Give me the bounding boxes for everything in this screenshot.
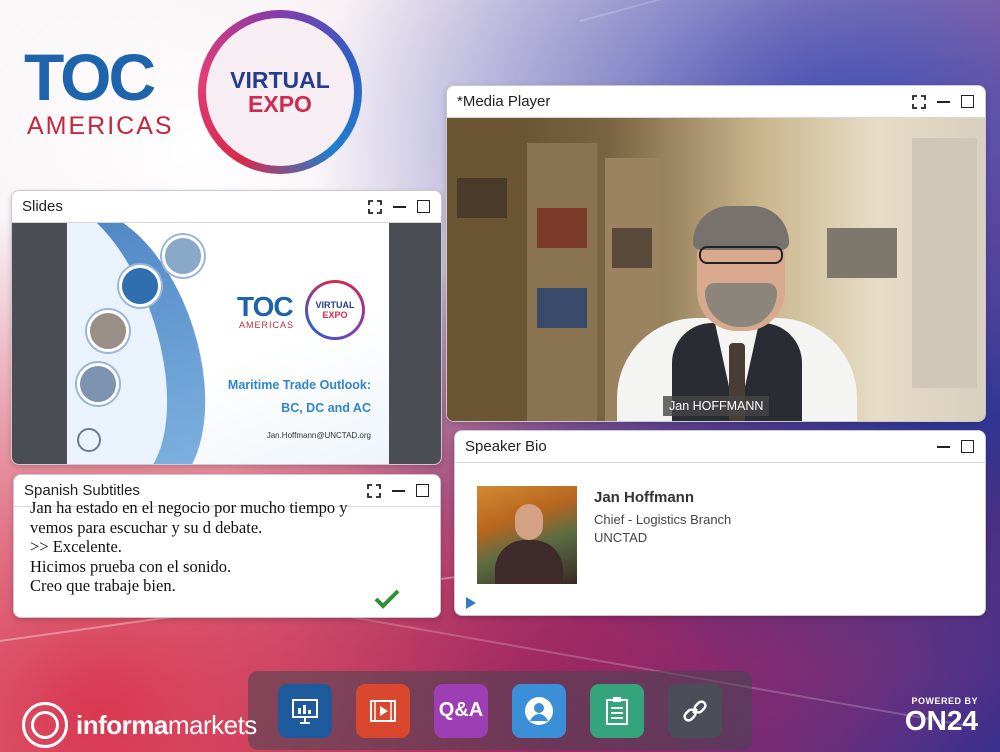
slide-expo-word: EXPO: [322, 310, 348, 320]
books: [537, 208, 587, 248]
bio-panel-header[interactable]: Speaker Bio: [455, 431, 985, 463]
subtitle-text: Jan ha estado en el negocio por mucho ti…: [30, 498, 426, 596]
logo-americas-word: AMERICAS: [27, 112, 174, 140]
maximize-icon[interactable]: [959, 94, 975, 110]
minimize-icon[interactable]: [935, 94, 951, 110]
minimize-icon[interactable]: [935, 439, 951, 455]
light-streak: [579, 0, 986, 22]
slide-virtual-word: VIRTUAL: [315, 300, 355, 310]
film-play-icon: [370, 699, 396, 722]
slide-photo-globe: [119, 265, 161, 307]
checkmark-icon: [374, 589, 400, 609]
wall-photos: [827, 228, 897, 278]
subtitle-line: vemos para escuchar y su d debate.: [30, 517, 263, 537]
subtitle-line: Jan ha estado en el negocio por mucho ti…: [30, 498, 348, 517]
links-widget-button[interactable]: [668, 683, 722, 738]
minimize-icon[interactable]: [390, 483, 406, 499]
bookshelf: [527, 143, 597, 421]
un-emblem-icon: [77, 428, 101, 452]
on24-logo: POWERED BY ON24: [905, 696, 978, 736]
slide-toc-word: TOC: [237, 291, 294, 322]
widget-dock: Q&A: [248, 671, 752, 750]
subtitle-line: >> Excelente.: [30, 537, 122, 556]
books: [612, 228, 652, 268]
maximize-icon[interactable]: [414, 483, 430, 499]
slide-expo-logo: VIRTUAL EXPO: [305, 280, 365, 340]
slide-email: Jan.Hoffmann@UNCTAD.org: [266, 431, 371, 440]
toc-americas-logo: TOC AMERICAS: [24, 44, 174, 141]
slide-americas-word: AMERICAS: [239, 320, 295, 330]
speaker-photo: [477, 486, 577, 584]
speaker-bio-widget-button[interactable]: [512, 683, 566, 738]
informa-word: informa: [76, 709, 168, 740]
informa-mark-icon: [22, 702, 68, 748]
slides-panel: Slides TOC AMERICAS VIRTUAL EXPO Maritim…: [11, 190, 442, 465]
expand-arrow-icon[interactable]: [466, 597, 476, 609]
notes-widget-button[interactable]: [590, 683, 644, 738]
slides-widget-button[interactable]: [278, 683, 332, 738]
maximize-icon[interactable]: [415, 199, 431, 215]
slide-viewer: TOC AMERICAS VIRTUAL EXPO Maritime Trade…: [12, 223, 441, 464]
slide-title-line1: Maritime Trade Outlook:: [227, 378, 371, 392]
slide-photo-building: [77, 363, 119, 405]
person-icon: [525, 696, 553, 725]
media-player-widget-button[interactable]: [356, 683, 410, 738]
logo-expo-word: EXPO: [248, 91, 312, 117]
speaker-bio-panel: Speaker Bio Jan Hoffmann Chief - Logisti…: [454, 430, 986, 616]
slide-title-line2: BC, DC and AC: [281, 401, 371, 415]
on24-wordmark: ON24: [904, 705, 978, 736]
speaker-glasses: [699, 246, 783, 264]
slides-panel-header[interactable]: Slides: [12, 191, 441, 223]
expand-icon[interactable]: [911, 94, 927, 110]
wall-photos: [912, 138, 977, 388]
maximize-icon[interactable]: [959, 439, 975, 455]
slide-photo-port: [87, 310, 129, 352]
subtitle-line: Creo que trabaje bien.: [30, 576, 176, 595]
informa-markets-logo: informamarkets: [22, 702, 257, 748]
spanish-subtitles-panel: Spanish Subtitles Jan ha estado en el ne…: [13, 474, 441, 618]
media-panel-title: *Media Player: [457, 93, 551, 110]
speaker-name-tag: Jan HOFFMANN: [663, 396, 770, 416]
link-icon: [683, 699, 707, 722]
books: [537, 288, 587, 328]
expand-icon[interactable]: [367, 199, 383, 215]
photo-torso: [495, 540, 563, 584]
books: [457, 178, 507, 218]
speaker-hair: [693, 206, 789, 250]
speaker-role: Chief - Logistics Branch: [594, 512, 732, 527]
minimize-icon[interactable]: [391, 199, 407, 215]
current-slide: TOC AMERICAS VIRTUAL EXPO Maritime Trade…: [67, 223, 389, 464]
markets-word: markets: [167, 709, 257, 740]
video-feed[interactable]: Jan HOFFMANN: [447, 118, 985, 421]
bookshelf: [447, 118, 517, 421]
media-player-panel: *Media Player Jan HOFFMANN: [446, 85, 986, 422]
logo-virtual-word: VIRTUAL: [230, 67, 330, 93]
subtitle-line: Hicimos prueba con el sonido.: [30, 556, 232, 576]
speaker-name: Jan Hoffmann: [594, 489, 695, 506]
slides-panel-title: Slides: [22, 198, 63, 215]
slide-photo-ship: [162, 235, 204, 277]
qa-widget-button[interactable]: Q&A: [434, 683, 488, 738]
virtual-expo-logo: VIRTUAL EXPO: [198, 10, 362, 174]
expand-icon[interactable]: [366, 483, 382, 499]
media-panel-header[interactable]: *Media Player: [447, 86, 985, 118]
speaker-org: UNCTAD: [594, 530, 648, 545]
logo-toc-word: TOC: [24, 40, 156, 114]
presentation-icon: [292, 698, 318, 724]
bio-panel-title: Speaker Bio: [465, 438, 547, 455]
photo-face: [515, 504, 543, 540]
clipboard-icon: [606, 696, 628, 725]
subtitles-panel-title: Spanish Subtitles: [24, 482, 140, 499]
